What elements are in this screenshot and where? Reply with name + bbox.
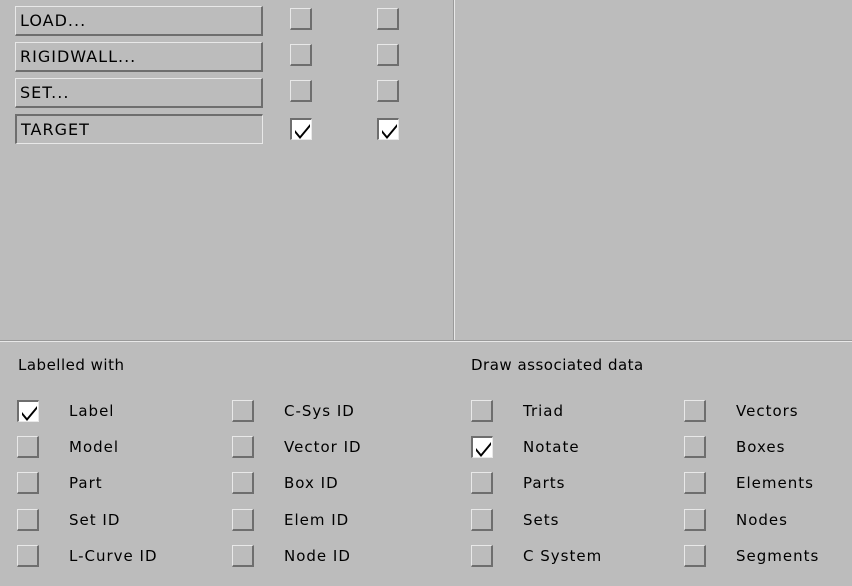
vector-id-checkbox[interactable]: [232, 436, 254, 458]
option-label-text: Model: [69, 438, 120, 456]
rigidwall-col2-checkbox[interactable]: [377, 44, 399, 66]
node-id-checkbox[interactable]: [232, 545, 254, 567]
option-label-text: Sets: [523, 511, 560, 529]
box-id-checkbox[interactable]: [232, 472, 254, 494]
target-col2-checkbox[interactable]: [377, 118, 399, 140]
load-col1-checkbox[interactable]: [290, 8, 312, 30]
set-id-checkbox[interactable]: [17, 509, 39, 531]
entity-row-rigidwall: RIGIDWALL...: [15, 41, 455, 74]
option-label-text: C System: [523, 547, 603, 565]
option-label-text: Segments: [736, 547, 820, 565]
vectors-checkbox[interactable]: [684, 400, 706, 422]
sets-checkbox[interactable]: [471, 509, 493, 531]
option-label-text: Boxes: [736, 438, 786, 456]
option-label-text: Node ID: [284, 547, 351, 565]
load-button[interactable]: LOAD...: [15, 6, 263, 36]
horizontal-divider: [0, 340, 852, 342]
option-label-text: Elem ID: [284, 511, 350, 529]
option-label-text: Triad: [523, 402, 565, 420]
set-col2-checkbox[interactable]: [377, 80, 399, 102]
option-label-text: Set ID: [69, 511, 121, 529]
labelled-with-heading: Labelled with: [18, 356, 125, 374]
elem-id-checkbox[interactable]: [232, 509, 254, 531]
rigidwall-col1-checkbox[interactable]: [290, 44, 312, 66]
part-checkbox[interactable]: [17, 472, 39, 494]
elements-checkbox[interactable]: [684, 472, 706, 494]
option-label-text: Box ID: [284, 474, 339, 492]
label-checkbox[interactable]: [17, 400, 39, 422]
option-label-text: Elements: [736, 474, 814, 492]
boxes-checkbox[interactable]: [684, 436, 706, 458]
option-label-text: Vector ID: [284, 438, 362, 456]
draw-associated-heading: Draw associated data: [471, 356, 644, 374]
target-button[interactable]: TARGET: [15, 114, 263, 144]
segments-checkbox[interactable]: [684, 545, 706, 567]
entity-row-load: LOAD...: [15, 5, 455, 38]
load-col2-checkbox[interactable]: [377, 8, 399, 30]
check-icon: [22, 406, 37, 421]
entity-type-list: LOAD... RIGIDWALL... SET... TARGET: [0, 0, 453, 340]
option-label-text: Notate: [523, 438, 580, 456]
vertical-divider: [453, 0, 455, 340]
option-label-text: L-Curve ID: [69, 547, 158, 565]
check-icon: [476, 442, 491, 457]
lcurve-id-checkbox[interactable]: [17, 545, 39, 567]
option-label-text: Parts: [523, 474, 566, 492]
option-label-text: Nodes: [736, 511, 788, 529]
csys-id-checkbox[interactable]: [232, 400, 254, 422]
check-icon: [295, 124, 310, 139]
entity-row-set: SET...: [15, 77, 455, 110]
option-label-text: C-Sys ID: [284, 402, 355, 420]
check-icon: [382, 124, 397, 139]
nodes-checkbox[interactable]: [684, 509, 706, 531]
option-label-text: Vectors: [736, 402, 799, 420]
triad-checkbox[interactable]: [471, 400, 493, 422]
rigidwall-button[interactable]: RIGIDWALL...: [15, 42, 263, 72]
parts-checkbox[interactable]: [471, 472, 493, 494]
option-label-text: Label: [69, 402, 115, 420]
target-col1-checkbox[interactable]: [290, 118, 312, 140]
set-button[interactable]: SET...: [15, 78, 263, 108]
option-label-text: Part: [69, 474, 103, 492]
set-col1-checkbox[interactable]: [290, 80, 312, 102]
model-checkbox[interactable]: [17, 436, 39, 458]
c-system-checkbox[interactable]: [471, 545, 493, 567]
notate-checkbox[interactable]: [471, 436, 493, 458]
entity-row-target: TARGET: [15, 113, 455, 146]
